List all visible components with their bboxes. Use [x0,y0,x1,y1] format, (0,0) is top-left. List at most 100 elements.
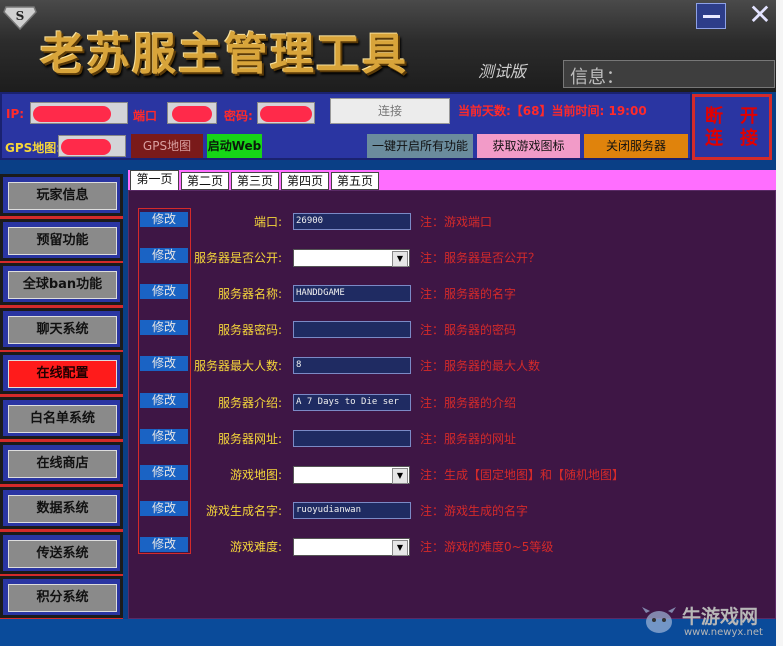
sidebar-item-reserved[interactable]: 预留功能 [0,219,123,261]
edit-button[interactable]: 修改 [140,429,188,444]
dropdown-arrow-icon[interactable]: ▼ [392,251,408,267]
dropdown-arrow-icon[interactable]: ▼ [392,468,408,484]
disconnect-char: 连 [705,128,723,149]
app-title: 老苏服主管理工具 [40,29,408,80]
minimize-icon [703,15,720,18]
superman-logo-icon: S [3,6,37,30]
setting-input[interactable] [293,321,411,338]
gps-map-button[interactable]: GPS地图 [131,134,203,158]
tab-page-1[interactable]: 第一页 [130,170,179,190]
connect-char: 开 [740,106,758,127]
setting-note: 注：服务器是否公开？ [420,251,541,265]
sidebar-item-whitelist[interactable]: 白名单系统 [0,397,123,439]
setting-note: 注：服务器的网址 [420,432,517,446]
dropdown-arrow-icon[interactable]: ▼ [392,540,408,556]
edit-button[interactable]: 修改 [140,284,188,299]
password-input[interactable] [257,102,315,124]
edit-button[interactable]: 修改 [140,356,188,371]
setting-note: 注：服务器的名字 [420,287,517,301]
watermark: 牛游戏网 www.newyx.net [640,598,780,644]
setting-label: 游戏地图: [229,468,282,482]
watermark-url: www.newyx.net [684,627,763,638]
background-window [776,0,783,646]
setting-note: 注：游戏的难度0~5等级 [420,540,554,554]
setting-input[interactable]: ruoyudianwan [293,502,411,519]
close-button[interactable]: ✕ [744,0,776,31]
tab-page-4[interactable]: 第四页 [281,172,329,190]
info-box: 信息： [563,60,775,88]
setting-input[interactable]: 8 [293,357,411,374]
edit-button[interactable]: 修改 [140,537,188,552]
connect-button[interactable]: 连接 [330,98,450,124]
edit-button[interactable]: 修改 [140,248,188,263]
disconnect-button[interactable]: 断 连 开 接 [692,94,772,160]
setting-note: 注：服务器的最大人数 [420,359,541,373]
disconnect-char: 断 [705,106,723,127]
setting-note: 注：生成【固定地图】和【随机地图】 [420,468,625,482]
sidebar-item-shop[interactable]: 在线商店 [0,442,123,484]
edit-button[interactable]: 修改 [140,501,188,516]
edit-button[interactable]: 修改 [140,212,188,227]
sidebar-item-data[interactable]: 数据系统 [0,487,123,529]
sidebar-item-chat[interactable]: 聊天系统 [0,308,123,350]
setting-input[interactable]: A 7 Days to Die ser [293,394,411,411]
start-web-button[interactable]: 启动Web [207,134,262,158]
redaction [260,106,312,122]
minimize-button[interactable] [696,3,726,29]
edit-button[interactable]: 修改 [140,465,188,480]
sidebar-item-label: 在线商店 [8,450,117,478]
sidebar-item-label: 积分系统 [8,584,117,612]
setting-note: 注：游戏生成的名字 [420,504,529,518]
sidebar-item-label: 在线配置 [8,360,117,388]
sidebar-item-online-config[interactable]: 在线配置 [0,352,123,394]
setting-label: 服务器密码: [217,323,282,337]
redaction [33,106,111,122]
close-icon: ✕ [748,0,772,31]
sidebar-item-player-info[interactable]: 玩家信息 [0,174,123,216]
sidebar-item-label: 玩家信息 [8,182,117,210]
sidebar-item-points[interactable]: 积分系统 [0,576,123,618]
sidebar-item-label: 预留功能 [8,227,117,255]
setting-label: 游戏难度: [229,540,282,554]
svg-text:S: S [16,9,25,23]
close-server-button[interactable]: 关闭服务器 [584,134,688,158]
setting-select[interactable]: ▼ [293,466,410,484]
tab-page-3[interactable]: 第三页 [231,172,279,190]
tab-page-2[interactable]: 第二页 [181,172,229,190]
setting-select[interactable]: ▼ [293,538,410,556]
setting-label: 服务器介绍: [217,396,282,410]
setting-input[interactable]: 26900 [293,213,411,230]
redaction [61,139,111,155]
ip-label: IP: [6,107,25,121]
setting-note: 注：服务器的介绍 [420,396,517,410]
password-label: 密码: [224,109,253,123]
edit-button[interactable]: 修改 [140,393,188,408]
ip-input[interactable] [30,102,128,124]
tab-page-5[interactable]: 第五页 [331,172,379,190]
watermark-name: 牛游戏网 [682,606,759,628]
setting-select[interactable]: ▼ [293,249,410,267]
enable-all-button[interactable]: 一键开启所有功能 [367,134,473,158]
port-input[interactable] [167,102,217,124]
gps-input[interactable] [58,135,126,157]
status-text: 当前天数:【68】当前时间: 19:00 [458,104,647,118]
edit-button[interactable]: 修改 [140,320,188,335]
sidebar-item-label: 全球ban功能 [8,271,117,299]
sidebar-item-label: 聊天系统 [8,316,117,344]
setting-label: 游戏生成名字: [205,504,282,518]
setting-input[interactable] [293,430,411,447]
redaction [172,106,212,122]
sidebar-item-teleport[interactable]: 传送系统 [0,532,123,574]
sidebar-item-global-ban[interactable]: 全球ban功能 [0,263,123,305]
sidebar-item-label: 传送系统 [8,540,117,568]
setting-label: 服务器最大人数: [193,359,282,373]
setting-label: 服务器网址: [217,432,282,446]
gps-label: GPS地图: [5,141,62,155]
test-version-label: 测试版 [478,62,527,81]
get-game-icon-button[interactable]: 获取游戏图标 [477,134,580,158]
setting-note: 注：服务器的密码 [420,323,517,337]
setting-input[interactable]: HANDDGAME [293,285,411,302]
setting-label: 服务器是否公开: [193,251,282,265]
info-label: 信息： [570,67,624,88]
cow-logo-icon [642,607,676,633]
